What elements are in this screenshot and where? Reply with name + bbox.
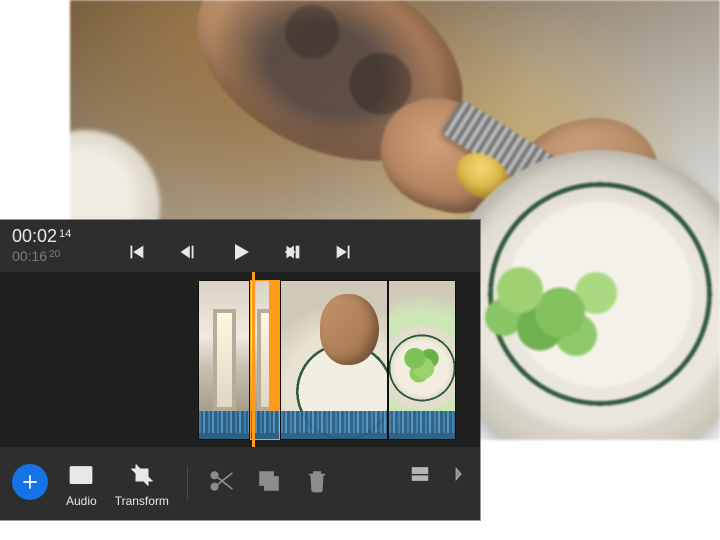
play-button[interactable] <box>227 239 253 265</box>
clip-audio-waveform <box>251 411 279 439</box>
greens <box>460 230 660 380</box>
transform-tool-label: Transform <box>115 494 169 508</box>
audio-filmstrip-icon <box>68 462 94 488</box>
step-forward-button[interactable] <box>279 239 305 265</box>
audio-tool-label: Audio <box>66 494 97 508</box>
scissors-icon <box>208 468 234 494</box>
timeline[interactable] <box>0 272 480 447</box>
step-forward-icon <box>281 241 303 263</box>
timeline-clip[interactable] <box>388 280 456 440</box>
play-icon <box>228 240 252 264</box>
timeline-clip[interactable] <box>280 280 388 440</box>
toolbar-divider <box>187 466 188 500</box>
step-back-button[interactable] <box>175 239 201 265</box>
clip-audio-waveform <box>281 411 387 439</box>
video-editor-panel: 00:0214 00:1620 <box>0 220 480 520</box>
step-back-icon <box>177 241 199 263</box>
skip-start-icon <box>125 241 147 263</box>
transport-controls <box>0 232 480 272</box>
clip-audio-waveform <box>389 411 455 439</box>
delete-tool[interactable] <box>302 466 332 496</box>
audio-tool[interactable]: Audio <box>66 460 97 508</box>
more-tools[interactable] <box>454 465 464 483</box>
trash-icon <box>304 468 330 494</box>
layout-icon <box>409 463 431 485</box>
layout-tool[interactable] <box>406 460 434 488</box>
timeline-clip[interactable] <box>198 280 250 440</box>
skip-end-icon <box>333 241 355 263</box>
chevron-right-icon <box>454 465 464 483</box>
go-to-start-button[interactable] <box>123 239 149 265</box>
add-button[interactable] <box>12 464 48 500</box>
crop-icon <box>129 462 155 488</box>
plus-icon <box>20 472 40 492</box>
go-to-end-button[interactable] <box>331 239 357 265</box>
editor-toolbar: Audio Transform <box>0 450 480 520</box>
cut-tool[interactable] <box>206 466 236 496</box>
clip-audio-waveform <box>199 411 249 439</box>
copy-tool[interactable] <box>254 466 284 496</box>
playhead[interactable] <box>252 272 255 447</box>
duplicate-icon <box>256 468 282 494</box>
transform-tool[interactable]: Transform <box>115 460 169 508</box>
